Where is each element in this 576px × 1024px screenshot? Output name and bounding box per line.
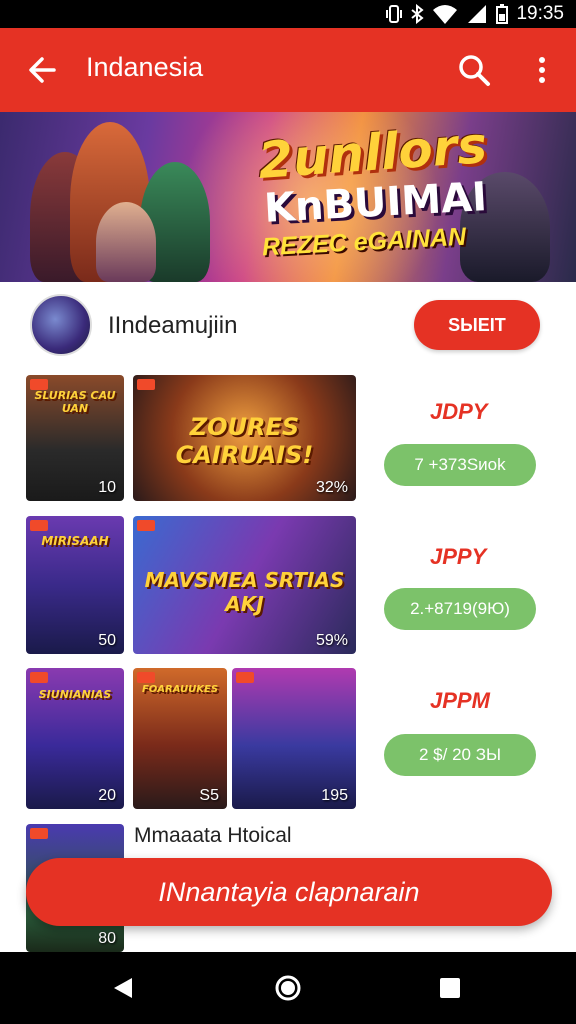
home-icon[interactable] [272,972,304,1004]
signal-icon [468,5,487,23]
recents-icon[interactable] [434,972,466,1004]
status-pill[interactable]: 2.+8719(9Ю) [384,588,536,630]
thumbnail-count: 10 [98,479,116,496]
avatar[interactable] [30,294,92,356]
badge-icon [137,520,155,531]
system-nav-bar [0,952,576,1024]
badge-icon [236,672,254,683]
app-title: Indanesia [86,52,204,82]
game-thumbnail[interactable]: FOARAUUKES S5 [133,668,227,809]
primary-action-button[interactable]: INnantayia clapnarain [26,858,552,926]
game-thumbnail[interactable]: MAVSMEA SRTIAS AKJ 59% [133,516,356,654]
back-icon[interactable] [108,972,140,1004]
list-item[interactable]: SLURIAS CAU UAN 10 ZOURES CAIRUAIS! 32% … [0,375,576,501]
subscribe-button[interactable]: SЫEIT [414,300,540,350]
game-thumbnail[interactable]: MIRISAAH 50 [26,516,124,654]
bluetooth-icon [411,4,425,24]
list-item[interactable]: SIUNIANIAS 20 FOARAUUKES S5 195 JPPM 2 $… [0,668,576,809]
vibrate-icon [386,5,403,23]
thumbnail-caption: MAVSMEA SRTIAS AKJ [144,568,345,616]
battery-icon [496,4,509,24]
back-arrow-icon[interactable] [24,50,64,90]
section-title: Mmaaata Htoical [134,824,292,847]
game-thumbnail[interactable]: SIUNIANIAS 20 [26,668,124,809]
app-bar: Indanesia [0,28,576,112]
badge-icon [30,672,48,683]
thumbnail-caption: SLURIAS CAU UAN [34,389,116,415]
status-pill[interactable]: 7 +373Sиok [384,444,536,486]
promo-banner[interactable]: 2unllors KnBUIMAI REZEC eGAINAN [0,112,576,282]
list-item[interactable]: MIRISAAH 50 MAVSMEA SRTIAS AKJ 59% JPPY … [0,516,576,654]
channel-row: IIndeamujiin SЫEIT [0,292,576,362]
wifi-icon [433,5,458,24]
badge-icon [30,520,48,531]
thumbnail-caption: MIRISAAH [41,534,109,548]
thumbnail-count: 195 [321,787,348,804]
badge-icon [137,672,155,683]
price-label: JPPY [430,544,487,569]
thumbnail-count: 80 [98,930,116,947]
badge-icon [30,828,48,839]
more-vert-icon[interactable] [528,50,556,90]
clock: 19:35 [516,3,564,24]
status-bar: 19:35 [0,0,576,28]
thumbnail-caption: FOARAUUKES [141,684,219,695]
banner-hero-4 [96,202,156,282]
thumbnail-caption: SIUNIANIAS [38,688,112,701]
thumbnail-count: 32% [315,479,348,496]
thumbnail-count: S5 [199,787,219,804]
price-label: JPPM [430,688,490,713]
search-icon[interactable] [454,50,494,90]
game-thumbnail[interactable]: SLURIAS CAU UAN 10 [26,375,124,501]
thumbnail-count: 59% [315,632,348,649]
status-pill[interactable]: 2 $/ 20 ЗЫ [384,734,536,776]
price-label: JDPY [430,399,488,424]
game-thumbnail[interactable]: ZOURES CAIRUAIS! 32% [133,375,356,501]
thumbnail-count: 50 [98,632,116,649]
thumbnail-caption: ZOURES CAIRUAIS! [175,413,314,469]
channel-name: IIndeamujiin [108,312,238,339]
badge-icon [137,379,155,390]
thumbnail-count: 20 [98,787,116,804]
game-thumbnail[interactable]: 195 [232,668,356,809]
